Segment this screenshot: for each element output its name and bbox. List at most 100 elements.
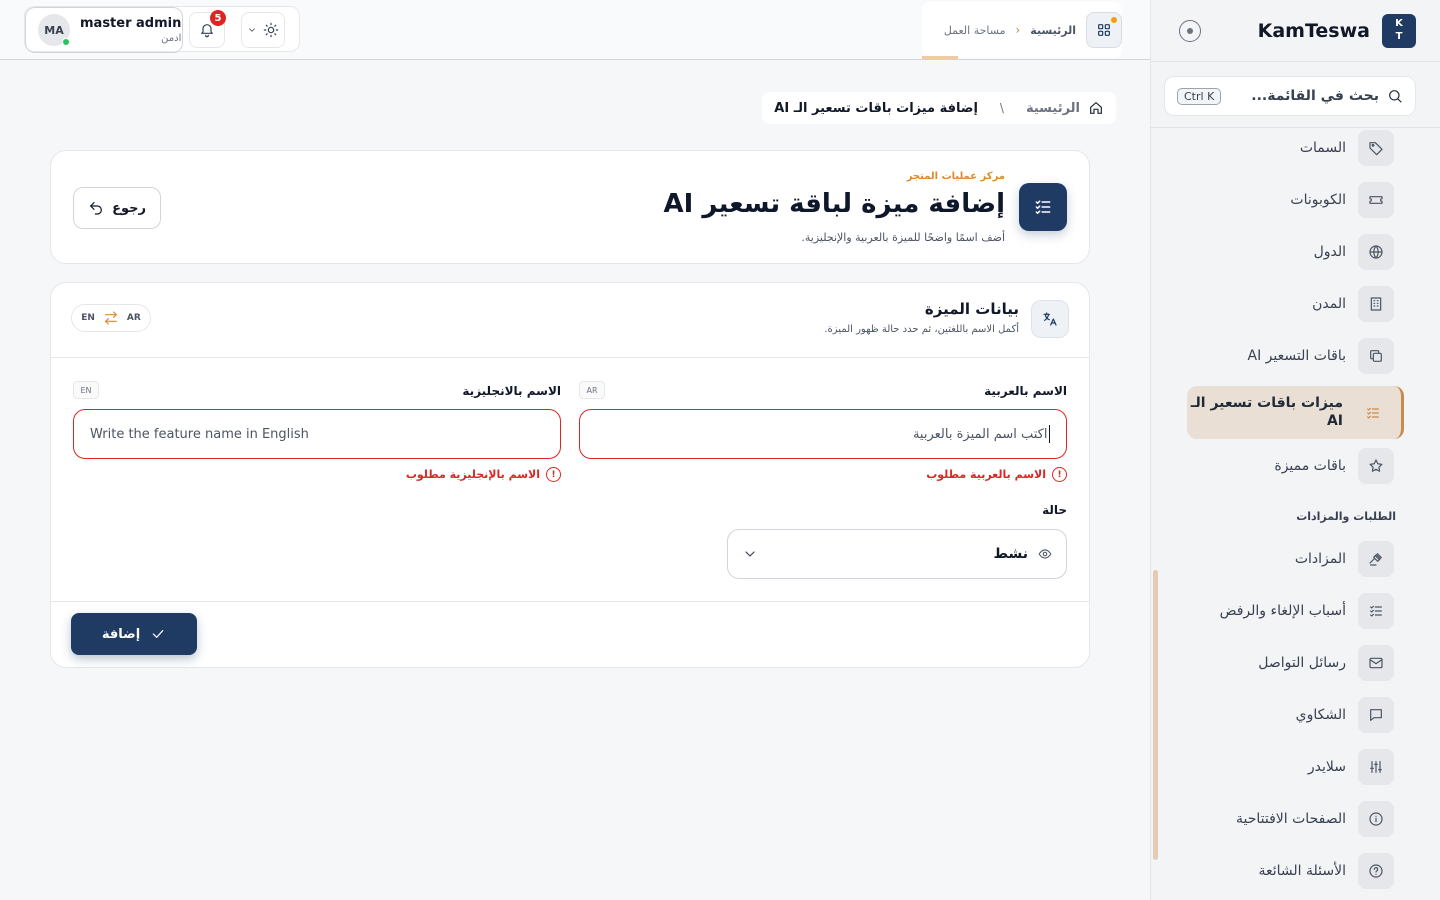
user-menu-button[interactable]: MA master admin ادمن [25, 7, 183, 53]
grid-icon [1098, 24, 1110, 36]
breadcrumb-workspace: مساحة العمل [943, 23, 1006, 37]
breadcrumb-home-link[interactable]: الرئيسية [1026, 101, 1080, 116]
theme-toggle-button[interactable] [241, 12, 285, 48]
chevron-left-icon: ‹ [1015, 23, 1021, 37]
english-name-error: ! الاسم بالإنجليزية مطلوب [406, 467, 561, 482]
logo-badge: K T [1382, 13, 1416, 48]
breadcrumb-separator: \ [999, 101, 1004, 115]
sidebar-item-label: الشكاوي [1295, 707, 1346, 723]
status-label: حالة [1042, 503, 1067, 517]
sidebar-collapse-button[interactable] [1179, 19, 1201, 42]
sidebar-item-countries[interactable]: الدول [1178, 232, 1394, 272]
english-name-input[interactable]: Write the feature name in English [73, 409, 561, 459]
logo-letter-t: T [1395, 30, 1403, 42]
help-icon [1358, 853, 1394, 889]
online-status-dot [62, 38, 70, 46]
language-switch[interactable]: EN AR [71, 304, 151, 332]
sidebar-item-cancel-reasons[interactable]: أسباب الإلغاء والرفض [1178, 591, 1394, 631]
breadcrumb-home-link[interactable]: الرئيسية [1030, 24, 1076, 37]
brand[interactable]: KamTeswa K T [1258, 13, 1416, 48]
form-section-header: بيانات الميزة أكمل الاسم باللغتين، ثم حد… [51, 283, 1089, 358]
search-shortcut: Ctrl K [1177, 87, 1222, 105]
sidebar: KamTeswa K T بحث في القائمة... Ctrl K ال… [1150, 0, 1440, 900]
breadcrumb-current: إضافة ميزات باقات تسعير الـ AI [774, 100, 978, 116]
sidebar-item-label: ميزات باقات تسعير الـ AI [1190, 395, 1343, 429]
user-name: master admin [80, 16, 182, 31]
page-header-card: مركز عمليات المتجر إضافة ميزة لباقة تسعي… [50, 150, 1090, 264]
avatar-initials: MA [44, 23, 64, 37]
home-icon[interactable] [1088, 100, 1104, 116]
sidebar-item-label: المزادات [1294, 551, 1346, 567]
sun-icon [263, 22, 279, 38]
sidebar-section-orders: الطلبات والمزادات [1296, 510, 1396, 523]
sidebar-item-cities[interactable]: المدن [1178, 284, 1394, 324]
arabic-name-placeholder: اكتب اسم الميزة بالعربية [912, 426, 1048, 442]
logo-letter-k: K [1395, 18, 1403, 29]
add-button[interactable]: إضافة [71, 613, 197, 655]
notifications-button[interactable]: 5 [189, 10, 226, 48]
sidebar-item-coupons[interactable]: الكوبونات [1178, 180, 1394, 220]
sidebar-item-ai-plan-features[interactable]: ميزات باقات تسعير الـ AI [1187, 386, 1404, 439]
swap-arrows-icon [104, 311, 117, 325]
status-value-text: نشط [993, 546, 1029, 562]
page-breadcrumb: الرئيسية \ إضافة ميزات باقات تسعير الـ A… [762, 92, 1116, 124]
user-role: ادمن [161, 33, 182, 44]
sidebar-item-featured-plans[interactable]: باقات مميزة [1178, 446, 1394, 486]
sidebar-item-ai-pricing-plans[interactable]: باقات التسعير AI [1178, 336, 1394, 376]
back-button[interactable]: رجوع [73, 187, 161, 229]
sidebar-item-auctions[interactable]: المزادات [1178, 539, 1394, 579]
page-eyebrow: مركز عمليات المتجر [906, 171, 1005, 182]
scrollbar-thumb[interactable] [1153, 570, 1158, 860]
info-icon [1358, 801, 1394, 837]
undo-arrow-icon [90, 202, 102, 215]
sidebar-item-slider[interactable]: سلايدر [1178, 747, 1394, 787]
sidebar-item-label: الصفحات الافتتاحية [1236, 811, 1346, 827]
building-icon [1358, 286, 1394, 322]
status-select[interactable]: نشط [727, 529, 1067, 579]
chat-icon [1358, 697, 1394, 733]
arabic-name-input[interactable]: اكتب اسم الميزة بالعربية [579, 409, 1067, 459]
alert-circle-icon: ! [1052, 467, 1067, 482]
list-check-icon [1355, 395, 1391, 431]
sidebar-item-splash-pages[interactable]: الصفحات الافتتاحية [1178, 799, 1394, 839]
arabic-name-error-text: الاسم بالعربية مطلوب [926, 468, 1046, 481]
star-icon [1358, 448, 1394, 484]
apps-grid-button[interactable] [1086, 12, 1122, 48]
translate-icon [1031, 300, 1069, 338]
sidebar-item-label: سلايدر [1307, 759, 1346, 775]
copy-icon [1358, 338, 1394, 374]
sidebar-search[interactable]: بحث في القائمة... Ctrl K [1164, 76, 1416, 116]
sidebar-scrollbar[interactable] [1151, 130, 1159, 895]
page-title: إضافة ميزة لباقة تسعير AI [663, 189, 1005, 219]
list-check-icon [1358, 593, 1394, 629]
sidebar-item-complaints[interactable]: الشكاوي [1178, 695, 1394, 735]
check-icon [152, 630, 164, 638]
form-section-subtitle: أكمل الاسم باللغتين، ثم حدد حالة ظهور ال… [824, 324, 1019, 335]
dot-icon [1187, 27, 1193, 34]
arabic-lang-tag: AR [579, 381, 605, 399]
sidebar-header: KamTeswa K T [1151, 0, 1440, 62]
sidebar-item-label: الأسئلة الشائعة [1258, 863, 1347, 879]
eye-icon [1038, 549, 1052, 559]
english-lang-tag: EN [73, 381, 99, 399]
english-name-label: الاسم بالانجليزية [462, 384, 561, 398]
back-button-label: رجوع [112, 200, 146, 216]
arabic-name-label: الاسم بالعربية [984, 384, 1067, 398]
add-button-label: إضافة [101, 626, 141, 642]
sidebar-item-attributes[interactable]: السمات [1178, 128, 1394, 168]
text-caret [1048, 425, 1050, 443]
sidebar-item-label: باقات التسعير AI [1247, 348, 1347, 364]
sidebar-item-label: رسائل التواصل [1258, 655, 1346, 671]
globe-icon [1358, 234, 1394, 270]
sidebar-item-label: الدول [1313, 244, 1346, 260]
lang-en-label: EN [81, 313, 95, 323]
sidebar-item-label: باقات مميزة [1274, 458, 1346, 474]
search-placeholder: بحث في القائمة... [1251, 88, 1379, 104]
sidebar-item-label: الكوبونات [1290, 192, 1346, 208]
sidebar-item-contact-messages[interactable]: رسائل التواصل [1178, 643, 1394, 683]
workspace-breadcrumb: الرئيسية ‹ مساحة العمل [922, 2, 1122, 59]
sidebar-item-faq[interactable]: الأسئلة الشائعة [1178, 851, 1394, 891]
chevron-down-icon [249, 28, 255, 32]
english-name-placeholder: Write the feature name in English [90, 426, 309, 442]
feature-form-card: بيانات الميزة أكمل الاسم باللغتين، ثم حد… [50, 282, 1090, 668]
